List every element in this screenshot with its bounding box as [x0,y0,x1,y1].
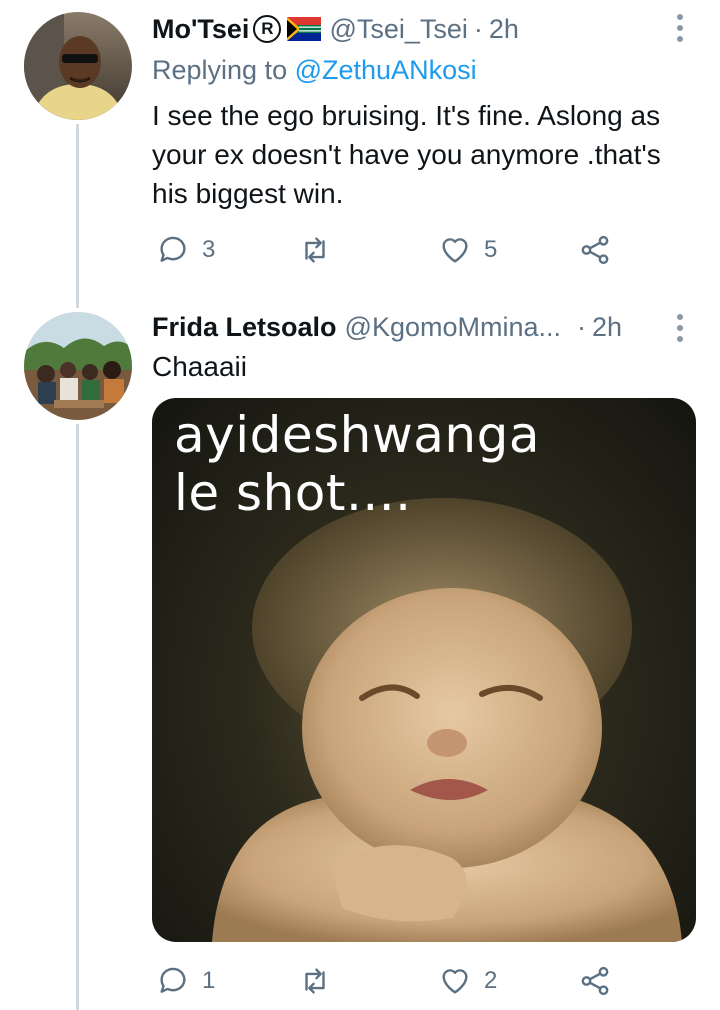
tweet-media-image[interactable]: ayideshwanga le shot.... [152,398,696,942]
reply-button[interactable]: 1 [156,961,215,1001]
tweet-text-line: I see the ego bruising. It's fine. Aslon… [152,100,661,131]
registered-badge-icon: R [253,15,282,43]
tweet-text-line: your ex doesn't have you anymore .that's [152,139,661,170]
like-button[interactable]: 5 [438,230,497,270]
retweet-button[interactable] [298,961,344,1001]
display-name[interactable]: Frida Letsoalo [152,312,337,343]
media-caption: ayideshwanga le shot.... [174,406,540,522]
retweet-icon [305,237,325,263]
thread-line [76,424,79,1010]
reply-count: 1 [202,967,216,994]
separator: · [473,13,483,44]
like-button[interactable]: 2 [438,961,497,1001]
more-icon[interactable] [676,314,684,342]
reply-icon [160,236,186,262]
reply-icon [160,967,186,993]
share-button[interactable] [578,230,612,270]
tweet-text-line: his biggest win. [152,178,344,209]
reply-button[interactable]: 3 [156,230,215,270]
timestamp[interactable]: 2h [592,312,622,343]
replying-to: Replying to @ZethuANkosi [152,55,477,86]
like-count: 5 [484,236,498,263]
retweet-icon [305,968,325,994]
retweet-button[interactable] [298,230,344,270]
media-caption-line: ayideshwanga [174,406,540,464]
like-count: 2 [484,967,498,994]
share-icon [581,235,609,265]
tweet-text: Chaaaii [152,347,697,386]
tweet-text: I see the ego bruising. It's fine. Aslon… [152,96,697,213]
tweet-actions: 3 5 [152,230,622,270]
handle[interactable]: @KgomoMmina... [345,312,561,343]
tweet-text-line: Chaaaii [152,351,247,382]
share-button[interactable] [578,961,612,1001]
avatar[interactable] [24,12,132,120]
heart-icon [442,969,468,994]
tweet-actions: 1 2 [152,961,622,1001]
share-icon [581,966,609,996]
heart-icon [442,238,468,263]
tweet-2[interactable]: Frida Letsoalo @KgomoMmina... · 2h Chaaa… [0,310,720,1010]
tweet-header: Mo'Tsei R @Tsei_Tsei · 2h [152,12,690,46]
timestamp[interactable]: 2h [489,14,519,45]
display-name[interactable]: Mo'Tsei [152,14,249,45]
separator: · [577,311,587,342]
avatar[interactable] [24,312,132,420]
tweet-1[interactable]: Mo'Tsei R @Tsei_Tsei · 2h Replying to @Z… [0,0,720,310]
tweet-header: Frida Letsoalo @KgomoMmina... · 2h [152,310,690,344]
reply-count: 3 [202,236,216,263]
mention-link[interactable]: @ZethuANkosi [295,55,477,85]
media-caption-line: le shot.... [174,464,412,522]
handle[interactable]: @Tsei_Tsei [329,14,467,45]
south-africa-flag-icon [287,17,322,41]
replying-prefix: Replying to [152,55,288,85]
thread-line [76,124,79,308]
more-icon[interactable] [676,14,684,42]
